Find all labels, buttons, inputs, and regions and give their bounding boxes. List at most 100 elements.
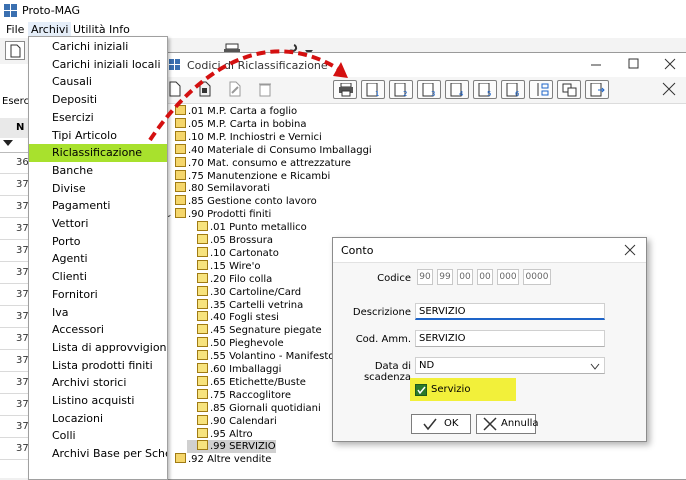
tree-leaf[interactable]: .40 Fogli stesi <box>187 311 279 324</box>
delete-icon[interactable] <box>257 80 277 99</box>
tree-leaf[interactable]: .95 Altro <box>187 427 253 441</box>
tree-node[interactable]: ›.70 Mat. consumo e attrezzature <box>165 156 351 170</box>
menu-item-carichi-iniziali[interactable]: Carichi iniziali <box>29 38 167 56</box>
codice-segment[interactable]: 90 <box>417 269 433 285</box>
menu-item-clienti[interactable]: Clienti <box>29 268 167 286</box>
tree-leaf[interactable]: .85 Giornali quotidiani <box>187 401 321 415</box>
menu-item-agenti[interactable]: Agenti <box>29 250 167 268</box>
scadenza-select[interactable]: ND <box>415 357 605 374</box>
menu-item-archivi-base-per-schede-tecniche[interactable]: Archivi Base per Schede Tecniche <box>29 445 167 463</box>
codice-segment[interactable]: 000 <box>497 269 519 285</box>
cod-amm-input[interactable]: SERVIZIO <box>415 330 605 347</box>
menu-item-lista-di-approvvigionamento[interactable]: Lista di approvvigionamento <box>29 339 167 357</box>
dialog-close-icon[interactable] <box>623 243 637 257</box>
tree-leaf[interactable]: .50 Pieghevole <box>187 337 284 350</box>
menu-item-accessori[interactable]: Accessori <box>29 321 167 339</box>
menu-item-tipi-articolo[interactable]: Tipi Articolo <box>29 127 167 145</box>
grid-row[interactable]: 37 <box>0 174 30 196</box>
codice-segment[interactable]: 00 <box>457 269 473 285</box>
codice-segment[interactable]: 00 <box>477 269 493 285</box>
grid-row[interactable]: 37 <box>0 196 30 218</box>
level-4-button[interactable]: 4 <box>445 80 469 99</box>
tree-leaf[interactable]: .99 SERVIZIO <box>187 440 276 454</box>
duplicate-icon[interactable] <box>557 80 581 99</box>
tree-node[interactable]: ›.05 M.P. Carta in bobina <box>165 117 307 131</box>
tree-node[interactable]: ›.01 M.P. Carta a foglio <box>165 105 297 118</box>
tree-leaf[interactable]: .75 Raccoglitore <box>187 388 291 402</box>
tree-leaf[interactable]: .90 Calendari <box>187 414 277 428</box>
menu-item-carichi-iniziali-locali[interactable]: Carichi iniziali locali <box>29 56 167 74</box>
edit-doc-icon[interactable] <box>227 80 247 99</box>
tree-node[interactable]: ›.80 Semilavorati <box>165 182 270 195</box>
grid-row[interactable]: 37 <box>0 416 30 438</box>
menu-item-depositi[interactable]: Depositi <box>29 91 167 109</box>
tree-leaf[interactable]: .65 Etichette/Buste <box>187 375 306 389</box>
tree-node[interactable]: ›.92 Altre vendite <box>165 453 271 466</box>
tree-leaf[interactable]: .60 Imballaggi <box>187 363 281 376</box>
menu-file[interactable]: File <box>3 22 27 38</box>
tree-node[interactable]: ›.10 M.P. Inchiostri e Vernici <box>165 130 322 144</box>
level-1-button[interactable]: 1 <box>361 80 385 99</box>
tree-node[interactable]: ⌄ .90 Prodotti finiti <box>165 208 271 221</box>
tree-leaf[interactable]: .10 Cartonato <box>187 246 279 260</box>
close-icon[interactable] <box>663 57 677 71</box>
ok-button[interactable]: OK <box>411 414 471 434</box>
menu-item-locazioni[interactable]: Locazioni <box>29 410 167 428</box>
filter-row[interactable] <box>0 138 30 153</box>
grid-row[interactable]: 37 <box>0 262 30 284</box>
menu-item-listino-acquisti[interactable]: Listino acquisti <box>29 392 167 410</box>
servizio-checkbox[interactable] <box>415 384 427 396</box>
tree-leaf[interactable]: .05 Brossura <box>187 234 273 247</box>
minimize-icon[interactable] <box>589 57 603 71</box>
menu-item-riclassificazione[interactable]: Riclassificazione <box>29 144 167 162</box>
menu-item-vettori[interactable]: Vettori <box>29 215 167 233</box>
codice-segment[interactable]: 99 <box>437 269 453 285</box>
grid-row[interactable]: 37 <box>0 372 30 394</box>
level-3-button[interactable]: 3 <box>417 80 441 99</box>
copy-doc-icon[interactable] <box>197 80 217 99</box>
grid-row[interactable]: 37 <box>0 284 30 306</box>
grid-row[interactable]: 37 <box>0 240 30 262</box>
menu-item-archivi-storici[interactable]: Archivi storici <box>29 374 167 392</box>
menu-item-divise[interactable]: Divise <box>29 180 167 198</box>
grid-row[interactable]: 37 <box>0 306 30 328</box>
menu-item-pagamenti[interactable]: Pagamenti <box>29 197 167 215</box>
level-5-button[interactable]: 5 <box>473 80 497 99</box>
annulla-button[interactable]: Annulla <box>476 414 539 434</box>
tree-leaf[interactable]: .01 Punto metallico <box>187 221 307 234</box>
codice-segment[interactable]: 0000 <box>523 269 551 285</box>
tree-leaf[interactable]: .45 Segnature piegate <box>187 324 322 337</box>
grid-row[interactable]: 37 <box>0 350 30 372</box>
menu-item-lista-prodotti-finiti[interactable]: Lista prodotti finiti <box>29 357 167 375</box>
level-2-button[interactable]: 2 <box>389 80 413 99</box>
tree-leaf[interactable]: .30 Cartoline/Card <box>187 285 301 299</box>
tree-leaf[interactable]: .35 Cartelli vetrina <box>187 298 303 312</box>
grid-row[interactable]: 37 <box>0 394 30 416</box>
tree-node[interactable]: ›.75 Manutenzione e Ricambi <box>165 169 330 183</box>
new-doc-button[interactable] <box>5 41 25 60</box>
menu-item-porto[interactable]: Porto <box>29 233 167 251</box>
new-doc-icon[interactable] <box>167 80 187 99</box>
tree-leaf[interactable]: .20 Filo colla <box>187 272 272 286</box>
tree-leaf[interactable]: .55 Volantino - Manifesto <box>187 350 334 363</box>
close-tree-icon[interactable] <box>661 80 681 99</box>
export-icon[interactable] <box>585 80 609 99</box>
grid-row[interactable]: 36 <box>0 152 30 174</box>
tree-node[interactable]: ›.40 Materiale di Consumo Imballaggi <box>165 143 372 157</box>
sort-icon[interactable] <box>529 80 553 99</box>
tree-leaf[interactable]: .15 Wire'o <box>187 259 260 273</box>
descrizione-input[interactable]: SERVIZIO <box>415 303 605 320</box>
menu-item-colli[interactable]: Colli <box>29 427 167 445</box>
level-6-button[interactable]: 6 <box>501 80 525 99</box>
tree-node[interactable]: ›.85 Gestione conto lavoro <box>165 195 317 208</box>
menu-item-esercizi[interactable]: Esercizi <box>29 109 167 127</box>
grid-row[interactable]: 37 <box>0 438 30 460</box>
menu-item-causali[interactable]: Causali <box>29 73 167 91</box>
maximize-icon[interactable] <box>627 57 641 71</box>
menu-item-fornitori[interactable]: Fornitori <box>29 286 167 304</box>
menu-item-banche[interactable]: Banche <box>29 162 167 180</box>
grid-row[interactable]: 37 <box>0 218 30 240</box>
print-button[interactable] <box>333 80 357 99</box>
menu-item-iva[interactable]: Iva <box>29 304 167 322</box>
grid-row[interactable]: 37 <box>0 328 30 350</box>
